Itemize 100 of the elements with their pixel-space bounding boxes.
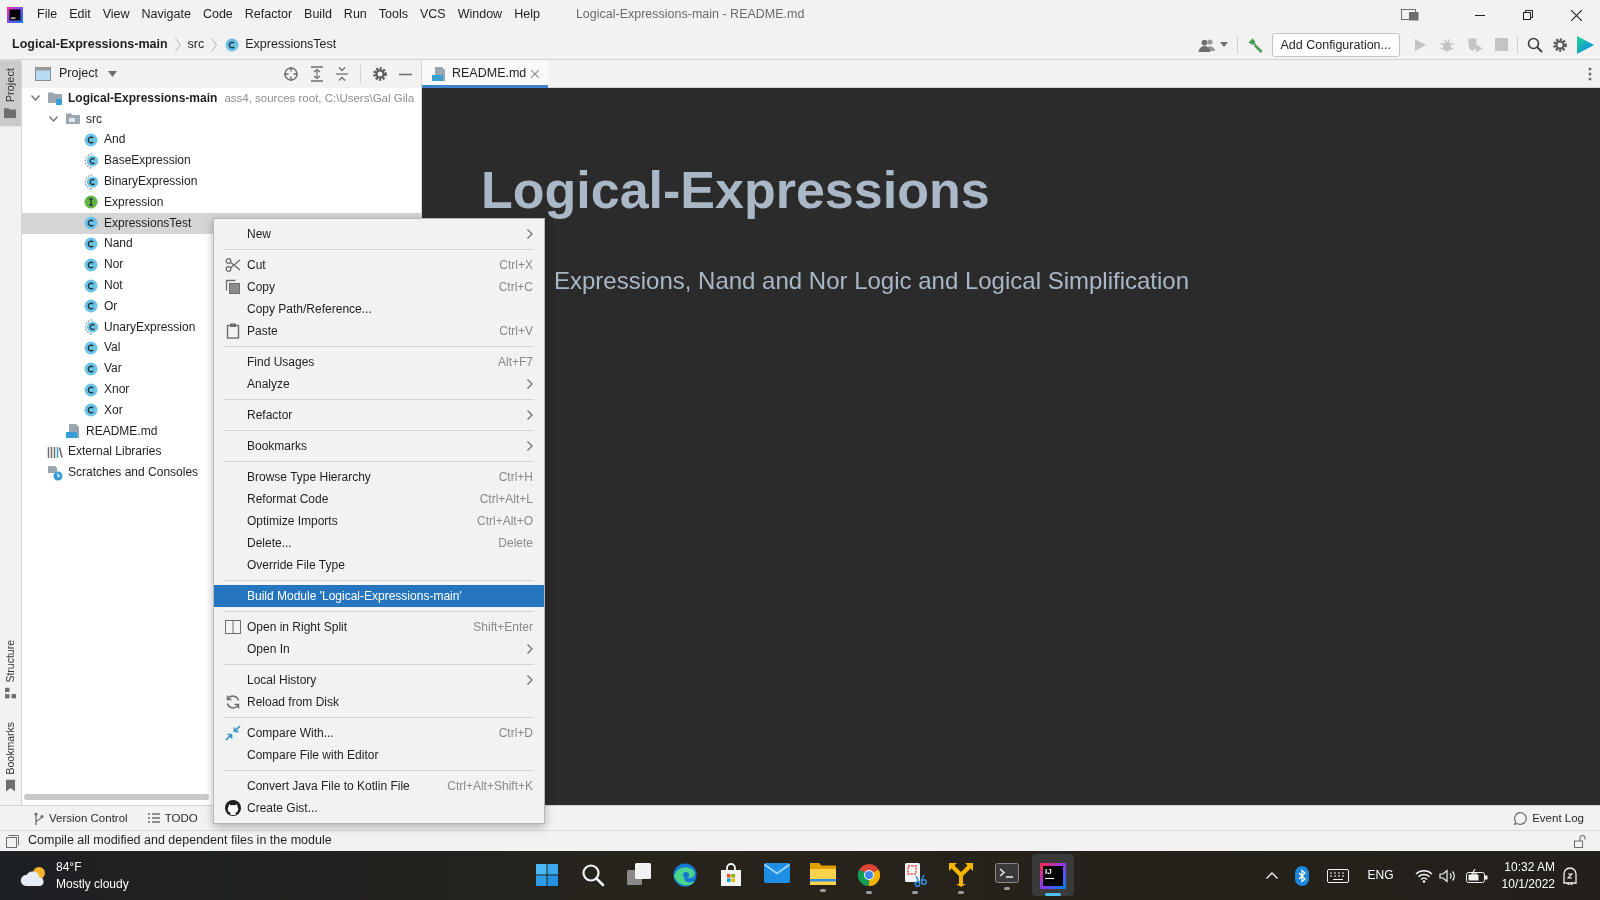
menu-item[interactable]: Compare File with Editor bbox=[214, 744, 544, 766]
menu-item[interactable]: Reformat Code Ctrl+Alt+L bbox=[214, 488, 544, 510]
shopping-bag-icon[interactable] bbox=[719, 863, 743, 887]
breadcrumb[interactable]: src bbox=[187, 36, 205, 53]
breadcrumb[interactable]: ExpressionsTest bbox=[224, 36, 337, 53]
tree-item[interactable]: UnaryExpression bbox=[83, 319, 198, 336]
clock-date[interactable]: 10/1/2022 bbox=[1501, 875, 1555, 892]
tree-item[interactable]: Logical-Expressions-main bbox=[47, 90, 220, 107]
menu-item[interactable]: Compare With... Ctrl+D bbox=[214, 722, 544, 744]
menu-item[interactable]: Window bbox=[451, 7, 509, 23]
tree-item[interactable]: Val bbox=[83, 339, 123, 356]
menu-item[interactable]: Edit bbox=[63, 7, 97, 23]
tool-window-tab[interactable]: Structure bbox=[0, 636, 21, 702]
breadcrumb[interactable]: Logical-Expressions-main bbox=[12, 36, 168, 53]
search-icon[interactable] bbox=[1527, 36, 1543, 53]
tool-window-tab[interactable]: Version Control bbox=[34, 810, 128, 826]
menu-item[interactable]: Navigate bbox=[135, 7, 197, 23]
menu-item[interactable]: Cut Ctrl+X bbox=[214, 254, 544, 276]
menu-item[interactable]: Open In bbox=[214, 638, 544, 660]
menu-item[interactable]: File bbox=[31, 7, 64, 23]
tree-item[interactable]: Nor bbox=[83, 256, 126, 273]
panel-title[interactable]: Project bbox=[59, 66, 98, 82]
menu-item[interactable]: Convert Java File to Kotlin File Ctrl+Alt+Shift+K bbox=[214, 775, 544, 797]
tool-window-tab[interactable]: Bookmarks bbox=[0, 719, 21, 795]
overlapping-squares-icon[interactable] bbox=[6, 834, 19, 848]
notification-icon[interactable] bbox=[1561, 866, 1579, 885]
battery-icon[interactable] bbox=[1465, 868, 1488, 883]
settings-icon[interactable] bbox=[1552, 36, 1568, 53]
caret-down-icon[interactable] bbox=[107, 71, 117, 77]
event-log-button[interactable]: Event Log bbox=[1514, 810, 1584, 826]
task-view-icon[interactable] bbox=[627, 863, 651, 885]
menu-item[interactable]: Tools bbox=[372, 7, 414, 23]
volume-icon[interactable] bbox=[1438, 868, 1457, 883]
tree-item[interactable]: BinaryExpression bbox=[83, 173, 200, 190]
menu-item[interactable]: Reload from Disk bbox=[214, 691, 544, 713]
tree-item[interactable]: Scratches and Consoles bbox=[47, 464, 201, 481]
tree-item[interactable]: Xor bbox=[83, 402, 125, 419]
menu-item[interactable]: Run bbox=[337, 7, 373, 23]
close-icon[interactable] bbox=[1570, 9, 1582, 21]
menu-item[interactable]: Create Gist... bbox=[214, 797, 544, 819]
chevron-down-icon[interactable] bbox=[49, 116, 58, 123]
menu-item[interactable]: Analyze bbox=[214, 373, 544, 395]
forked-arrows-icon[interactable] bbox=[949, 863, 973, 887]
tree-item[interactable]: And bbox=[83, 132, 128, 148]
menu-item[interactable]: Open in Right Split Shift+Enter bbox=[214, 616, 544, 638]
crosshair-icon[interactable] bbox=[283, 66, 299, 82]
tool-window-tab[interactable]: Project bbox=[0, 60, 21, 127]
menu-item[interactable]: Delete... Delete bbox=[214, 532, 544, 554]
tree-item[interactable]: src bbox=[65, 111, 104, 128]
keyboard-icon[interactable] bbox=[1326, 868, 1349, 883]
tree-item[interactable]: Or bbox=[83, 298, 120, 315]
menu-item[interactable]: View bbox=[96, 7, 136, 23]
menu-item[interactable]: Help bbox=[508, 7, 546, 23]
menu-item[interactable]: Bookmarks bbox=[214, 435, 544, 457]
scrollbar-thumb[interactable] bbox=[24, 794, 209, 800]
chevron-down-icon[interactable] bbox=[31, 95, 40, 102]
menu-item[interactable]: Refactor bbox=[238, 7, 299, 23]
tree-item[interactable]: Xnor bbox=[83, 381, 132, 398]
menu-item[interactable]: Refactor bbox=[214, 404, 544, 426]
tree-item[interactable]: Var bbox=[83, 360, 124, 377]
bluetooth-icon[interactable] bbox=[1294, 865, 1309, 886]
tree-item[interactable]: Not bbox=[83, 277, 125, 294]
chevron-up-icon[interactable] bbox=[1265, 872, 1278, 879]
folder-icon[interactable] bbox=[810, 863, 836, 885]
menu-item[interactable]: Copy Ctrl+C bbox=[214, 276, 544, 298]
menu-item[interactable]: Override File Type bbox=[214, 554, 544, 576]
unlocked-padlock-icon[interactable] bbox=[1574, 834, 1586, 848]
search-icon[interactable] bbox=[581, 863, 605, 887]
menu-item[interactable]: New bbox=[214, 223, 544, 245]
menu-item[interactable]: Code bbox=[196, 7, 239, 23]
menu-item[interactable]: Find Usages Alt+F7 bbox=[214, 351, 544, 373]
clock-time[interactable]: 10:32 AM bbox=[1504, 859, 1555, 876]
menu-item[interactable]: Build bbox=[298, 7, 338, 23]
menu-item[interactable]: Copy Path/Reference... bbox=[214, 298, 544, 320]
users-icon[interactable] bbox=[1197, 37, 1216, 52]
settings-icon[interactable] bbox=[372, 66, 388, 82]
menu-item[interactable]: Browse Type Hierarchy Ctrl+H bbox=[214, 466, 544, 488]
display-icon[interactable] bbox=[1401, 9, 1419, 21]
collapse-all-icon[interactable] bbox=[335, 66, 349, 82]
tree-item[interactable]: README.md bbox=[65, 423, 160, 440]
tree-item[interactable]: Expression bbox=[83, 194, 166, 211]
menu-item[interactable]: VCS bbox=[414, 7, 452, 23]
close-tab-icon[interactable] bbox=[531, 70, 540, 78]
tool-window-tab[interactable]: TODO bbox=[147, 810, 198, 826]
tree-item[interactable]: BaseExpression bbox=[83, 152, 193, 169]
expand-all-icon[interactable] bbox=[310, 66, 324, 82]
tree-item[interactable]: External Libraries bbox=[47, 443, 164, 460]
hammer-icon[interactable] bbox=[1246, 36, 1263, 53]
tree-item[interactable]: Nand bbox=[83, 235, 135, 252]
triangle-logo-icon[interactable] bbox=[1577, 35, 1594, 54]
terminal-icon[interactable] bbox=[995, 863, 1019, 883]
tricolor-orb-icon[interactable] bbox=[857, 863, 881, 887]
tree-item[interactable]: ExpressionsTest bbox=[83, 215, 194, 232]
start-icon[interactable] bbox=[535, 863, 559, 887]
menu-item[interactable]: Local History bbox=[214, 669, 544, 691]
ide-logo-icon[interactable]: IJ bbox=[1040, 863, 1066, 889]
run-configuration-button[interactable]: Add Configuration... bbox=[1271, 32, 1400, 57]
wifi-icon[interactable] bbox=[1414, 868, 1433, 883]
more-options-icon[interactable] bbox=[1588, 66, 1592, 81]
input-language[interactable]: ENG bbox=[1367, 868, 1394, 883]
